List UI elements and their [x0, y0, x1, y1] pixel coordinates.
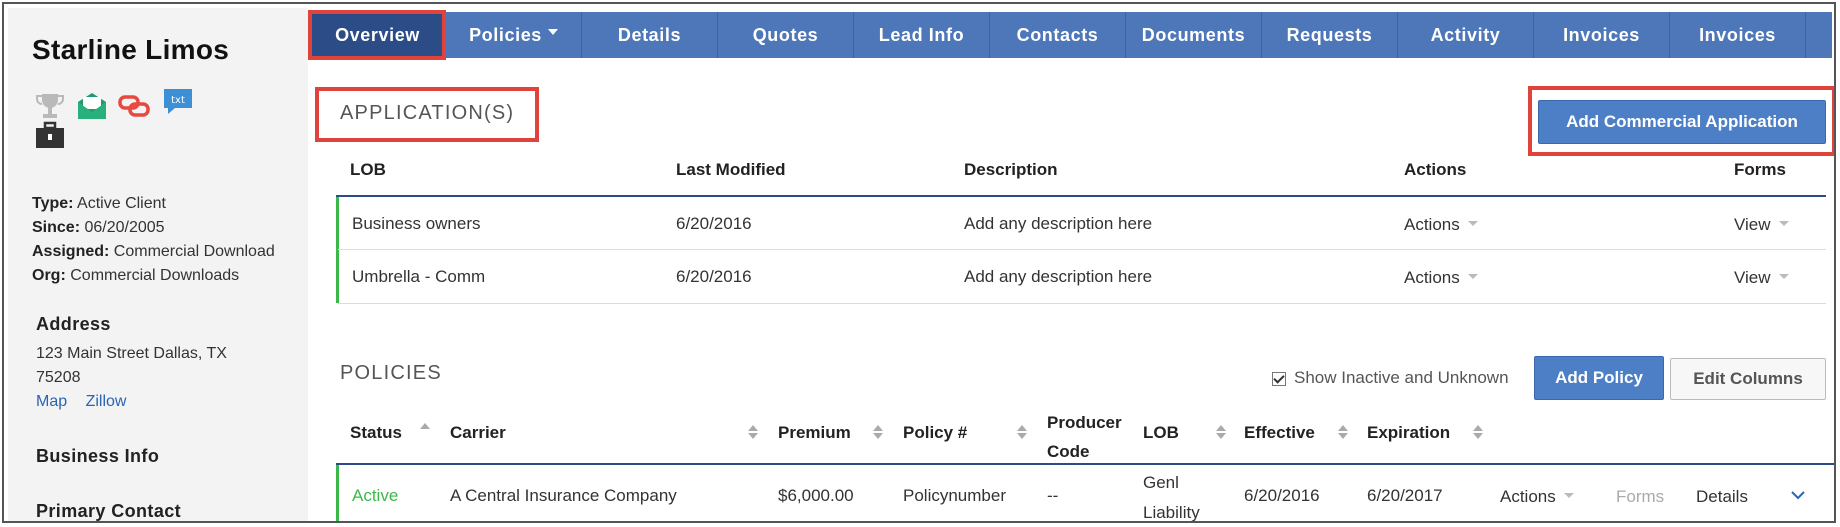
policy-premium: $6,000.00 — [778, 486, 854, 505]
client-info: Type: Active Client Since: 06/20/2005 As… — [32, 192, 275, 288]
policy-expiration: 6/20/2017 — [1367, 486, 1443, 505]
link-icon[interactable] — [118, 90, 150, 122]
policy-producer: -- — [1047, 486, 1059, 505]
pol-row-status-bar — [336, 465, 339, 521]
tab-contacts[interactable]: Contacts — [990, 12, 1126, 58]
tab-policies[interactable]: Policies — [446, 12, 582, 58]
add-application-highlight — [1528, 86, 1834, 156]
tab-documents[interactable]: Documents — [1126, 12, 1262, 58]
zillow-link[interactable]: Zillow — [86, 393, 127, 410]
app-modified: 6/20/2016 — [676, 267, 752, 286]
txt-icon-label: txt — [171, 95, 185, 106]
policy-status: Active — [352, 486, 399, 505]
pol-col-premium[interactable]: Premium — [778, 423, 851, 443]
app-col-last-modified[interactable]: Last Modified — [676, 160, 786, 180]
sort-icon[interactable] — [1017, 425, 1027, 441]
client-since: Since: 06/20/2005 — [32, 219, 165, 236]
app-lob: Umbrella - Comm — [352, 267, 486, 286]
client-org: Org: Commercial Downloads — [32, 267, 240, 284]
briefcase-icon[interactable] — [34, 120, 66, 152]
app-rows-status-bar — [336, 197, 339, 303]
pol-col-status[interactable]: Status — [350, 423, 402, 443]
app-modified: 6/20/2016 — [676, 214, 752, 233]
policy-number: Policynumber — [903, 486, 1006, 505]
main-tabs: Overview Policies Details Quotes Lead In… — [310, 12, 1832, 58]
app-actions-dropdown[interactable]: Actions — [1404, 268, 1478, 288]
address-line-1: 123 Main Street Dallas, TX — [36, 345, 227, 362]
app-frame: Starline Limos txt Type: Active Client S… — [2, 2, 1836, 523]
sort-icon[interactable] — [873, 425, 883, 441]
trophy-icon[interactable] — [34, 90, 66, 122]
pol-col-lob[interactable]: LOB — [1143, 423, 1179, 443]
map-link[interactable]: Map — [36, 393, 67, 410]
tab-invoices[interactable]: Invoices — [1534, 12, 1670, 58]
client-name: Starline Limos — [32, 34, 230, 65]
app-header-divider — [336, 195, 1826, 197]
envelope-icon[interactable] — [76, 90, 108, 122]
policy-carrier: A Central Insurance Company — [450, 486, 677, 505]
pol-col-carrier[interactable]: Carrier — [450, 423, 506, 443]
address-title: Address — [36, 314, 111, 334]
app-view-dropdown[interactable]: View — [1734, 215, 1789, 235]
app-col-forms: Forms — [1734, 160, 1786, 179]
app-col-actions: Actions — [1404, 160, 1467, 179]
tab-lead-info[interactable]: Lead Info — [854, 12, 990, 58]
tab-details[interactable]: Details — [582, 12, 718, 58]
policy-forms: Forms — [1616, 487, 1665, 506]
app-lob: Business owners — [352, 214, 481, 233]
business-info-title[interactable]: Business Info — [36, 446, 159, 467]
add-policy-button[interactable]: Add Policy — [1534, 356, 1664, 400]
app-view-dropdown[interactable]: View — [1734, 268, 1789, 288]
app-actions-dropdown[interactable]: Actions — [1404, 215, 1478, 235]
row-divider — [338, 303, 1826, 304]
row-divider — [338, 249, 1826, 250]
app-description: Add any description here — [964, 214, 1153, 233]
pol-header-divider — [336, 463, 1834, 465]
pol-col-policy-number[interactable]: Policy # — [903, 423, 967, 443]
pol-col-effective[interactable]: Effective — [1244, 423, 1315, 443]
edit-columns-button[interactable]: Edit Columns — [1670, 358, 1826, 400]
tab-requests[interactable]: Requests — [1262, 12, 1398, 58]
app-description: Add any description here — [964, 267, 1153, 286]
app-col-lob[interactable]: LOB — [350, 160, 386, 180]
tab-invoices-2[interactable]: Invoices — [1670, 12, 1806, 58]
app-col-description[interactable]: Description — [964, 160, 1058, 180]
sort-icon[interactable] — [1338, 425, 1348, 441]
chevron-down-icon — [547, 29, 558, 36]
sort-icon[interactable] — [1473, 425, 1483, 441]
sort-icon[interactable] — [420, 423, 430, 439]
address-block: 123 Main Street Dallas, TX 75208 Map Zil… — [36, 342, 276, 414]
overview-tab-highlight — [308, 10, 446, 60]
policy-effective: 6/20/2016 — [1244, 486, 1320, 505]
txt-message-icon[interactable]: txt — [162, 86, 194, 118]
tab-quotes[interactable]: Quotes — [718, 12, 854, 58]
applications-title-highlight — [315, 87, 539, 142]
sort-icon[interactable] — [1216, 425, 1226, 441]
show-inactive-checkbox[interactable] — [1272, 372, 1286, 386]
show-inactive-label[interactable]: Show Inactive and Unknown — [1294, 368, 1509, 388]
policy-actions-dropdown[interactable]: Actions — [1500, 487, 1574, 507]
pol-col-producer-code[interactable]: Producer Code — [1047, 408, 1122, 466]
address-line-2: 75208 — [36, 369, 81, 386]
pol-col-expiration[interactable]: Expiration — [1367, 423, 1450, 443]
chevron-down-icon[interactable] — [1790, 490, 1806, 500]
tab-activity[interactable]: Activity — [1398, 12, 1534, 58]
primary-contact-title[interactable]: Primary Contact — [36, 501, 181, 521]
client-assigned: Assigned: Commercial Download — [32, 243, 275, 260]
policies-title: POLICIES — [340, 362, 442, 384]
sort-icon[interactable] — [748, 425, 758, 441]
policy-details-link[interactable]: Details — [1696, 487, 1748, 507]
client-type: Type: Active Client — [32, 195, 166, 212]
policy-lob: Genl Liability — [1143, 473, 1200, 522]
